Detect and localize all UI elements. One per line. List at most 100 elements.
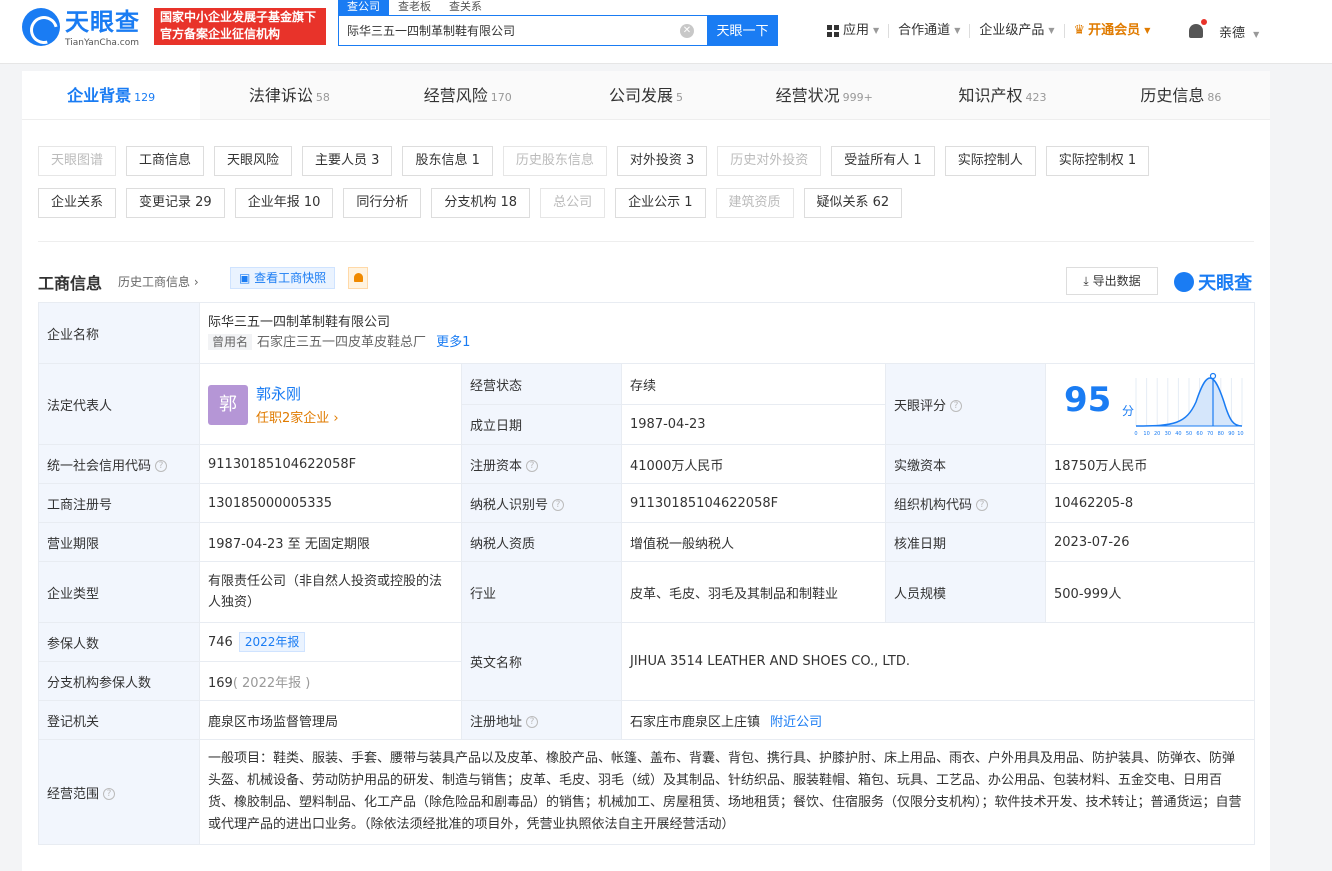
nav-vip[interactable]: ♛ 开通会员 ▼ xyxy=(1065,24,1160,38)
staff-size-label: 人员规模 xyxy=(885,561,1046,623)
search-button[interactable]: 天眼一下 xyxy=(707,15,778,46)
tax-id-label-cell: 纳税人识别号? xyxy=(461,483,622,523)
approve-date-label: 核准日期 xyxy=(885,522,1046,562)
site-logo[interactable]: 天眼查 TianYanCha.com xyxy=(22,8,150,48)
tax-id-value: 91130185104622058F xyxy=(621,483,886,523)
sub-tag-row2-3[interactable]: 同行分析 xyxy=(343,188,422,218)
table-row: 参保人数 746 2022年报 英文名称 JIHUA 3514 LEATHER A… xyxy=(38,622,1255,701)
avatar[interactable]: 郭 xyxy=(208,385,248,425)
clear-search-icon[interactable]: ✕ xyxy=(680,24,694,38)
help-icon[interactable]: ? xyxy=(526,460,539,472)
sub-tag-row2-2[interactable]: 企业年报 10 xyxy=(234,188,334,218)
sub-tag-row-1: 天眼图谱 工商信息 天眼风险 主要人员 3 股东信息 1 历史股东信息 对外投资 3 历史对外… xyxy=(38,146,1254,176)
history-link[interactable]: 历史工商信息 › xyxy=(118,273,199,290)
insured-cell: 746 2022年报 xyxy=(199,622,462,662)
more-alias-link[interactable]: 更多1 xyxy=(436,335,470,350)
tax-id-label: 纳税人识别号 xyxy=(470,497,549,513)
sub-tag-row2-7: 建筑资质 xyxy=(715,188,794,218)
help-icon[interactable]: ? xyxy=(103,788,116,800)
help-icon[interactable]: ? xyxy=(155,460,168,472)
nav-enterprise[interactable]: 企业级产品 ▼ xyxy=(970,23,1065,38)
scope-label: 经营范围 xyxy=(47,786,100,802)
tab-ip[interactable]: 知识产权 423 xyxy=(913,71,1091,119)
industry-value: 皮革、毛皮、羽毛及其制品和制鞋业 xyxy=(621,561,886,623)
tab-risk[interactable]: 经营风险 170 xyxy=(379,71,557,119)
legal-rep-cell: 郭 郭永刚 任职2家企业 › xyxy=(199,363,462,445)
nav-cooperation[interactable]: 合作通道 ▼ xyxy=(889,24,971,38)
chevron-down-icon: ▼ xyxy=(1253,30,1260,39)
user-menu[interactable]: 亲德 ▼ xyxy=(1219,22,1259,41)
paid-capital-label: 实缴资本 xyxy=(885,444,1046,484)
tab-label: 企业背景 xyxy=(67,86,132,105)
sub-tag-row2-0[interactable]: 企业关系 xyxy=(38,188,117,218)
nav-enterprise-label: 企业级产品 xyxy=(979,23,1045,38)
download-icon: ⤓ xyxy=(1083,274,1089,288)
sub-tag-row2-4[interactable]: 分支机构 18 xyxy=(431,188,531,218)
tab-count: 58 xyxy=(315,91,330,104)
chevron-down-icon: ▼ xyxy=(954,26,961,35)
tab-history[interactable]: 历史信息 86 xyxy=(1092,71,1270,119)
tab-background[interactable]: 企业背景 129 xyxy=(22,71,201,119)
credit-code-label-cell: 统一社会信用代码? xyxy=(38,444,200,484)
tab-operation[interactable]: 经营状况 999+ xyxy=(735,71,913,119)
sub-tag-row2-8[interactable]: 疑似关系 62 xyxy=(803,188,903,218)
help-icon[interactable]: ? xyxy=(552,499,565,511)
staff-size-value: 500-999人 xyxy=(1045,561,1255,623)
term-label: 营业期限 xyxy=(38,522,200,562)
score-distribution-chart: 0 10 20 30 40 50 60 70 80 90100 xyxy=(1134,372,1244,437)
nearby-companies-link[interactable]: 附近公司 xyxy=(770,715,822,730)
found-date-value: 1987-04-23 xyxy=(621,404,886,445)
sub-tag-row1-6[interactable]: 对外投资 3 xyxy=(616,146,708,176)
tab-development[interactable]: 公司发展 5 xyxy=(557,71,735,119)
chevron-right-icon: › xyxy=(193,275,199,289)
address-cell: 石家庄市鹿泉区上庄镇 附近公司 xyxy=(621,700,1255,740)
sub-tag-row1-10[interactable]: 实际控制权 1 xyxy=(1045,146,1150,176)
badge-line-1: 国家中小企业发展子基金旗下 xyxy=(160,10,317,24)
search-tab-boss[interactable]: 查老板 xyxy=(389,0,440,15)
branch-insured-label: 分支机构参保人数 xyxy=(38,661,200,701)
search-tab-relation[interactable]: 查关系 xyxy=(440,0,491,15)
legal-rep-name[interactable]: 郭永刚 xyxy=(256,383,301,404)
sub-tag-row2-1[interactable]: 变更记录 29 xyxy=(126,188,225,218)
divider xyxy=(38,241,1254,242)
sub-tag-row1-9[interactable]: 实际控制人 xyxy=(944,146,1036,176)
sub-tag-row1-1[interactable]: 工商信息 xyxy=(126,146,205,176)
score-tick-label: 30 xyxy=(1165,431,1171,437)
tab-label: 历史信息 xyxy=(1140,86,1205,105)
sub-tag-row2-6[interactable]: 企业公示 1 xyxy=(615,188,706,218)
annual-report-badge[interactable]: 2022年报 xyxy=(238,632,306,652)
help-icon[interactable]: ? xyxy=(950,400,963,412)
chevron-down-icon: ▼ xyxy=(873,26,880,35)
sub-tag-row1-4[interactable]: 股东信息 1 xyxy=(402,146,493,176)
tab-legal[interactable]: 法律诉讼 58 xyxy=(200,71,378,119)
legal-rep-positions[interactable]: 任职2家企业 › xyxy=(256,407,339,426)
company-type-value: 有限责任公司（非自然人投资或控股的法人独资） xyxy=(199,561,462,623)
tab-count: 86 xyxy=(1207,91,1222,104)
table-row: 登记机关 鹿泉区市场监督管理局 注册地址? 石家庄市鹿泉区上庄镇 附近公司 xyxy=(38,700,1255,740)
snapshot-button[interactable]: ▣ 查看工商快照 xyxy=(230,267,336,289)
monitor-bell-button[interactable] xyxy=(348,267,368,289)
help-icon[interactable]: ? xyxy=(976,499,989,511)
search-tab-company[interactable]: 查公司 xyxy=(338,0,389,15)
tab-label: 知识产权 xyxy=(958,86,1023,105)
sub-tag-row1-0: 天眼图谱 xyxy=(38,146,117,176)
nav-apps[interactable]: 应用 ▼ xyxy=(818,24,890,38)
notification-bell[interactable] xyxy=(1188,19,1207,40)
approve-date-value: 2023-07-26 xyxy=(1045,522,1255,562)
score-tick-label: 10 xyxy=(1143,431,1149,437)
brand-logo: 天眼查 xyxy=(1174,269,1252,294)
sub-tag-row1-8[interactable]: 受益所有人 1 xyxy=(831,146,935,176)
logo-subtext: TianYanCha.com xyxy=(65,38,140,48)
score-tick-label: 60 xyxy=(1196,431,1202,437)
search-input[interactable] xyxy=(339,16,674,45)
sub-tag-row1-2[interactable]: 天眼风险 xyxy=(214,146,293,176)
export-button[interactable]: ⤓ 导出数据 xyxy=(1066,267,1158,295)
main-content: 企业背景 129 法律诉讼 58 经营风险 170 公司发展 5 经营状况 999+ 知识… xyxy=(22,71,1270,871)
score-label: 天眼评分 xyxy=(894,398,947,414)
logo-eye-icon xyxy=(22,8,60,46)
help-icon[interactable]: ? xyxy=(526,716,539,728)
section-title: 工商信息 xyxy=(38,274,103,293)
org-code-label-cell: 组织机构代码? xyxy=(885,483,1046,523)
sub-tag-row1-3[interactable]: 主要人员 3 xyxy=(302,146,393,176)
score-cell[interactable]: 95 分 0 10 20 30 40 50 60 70 80 90 10 xyxy=(1045,363,1255,445)
